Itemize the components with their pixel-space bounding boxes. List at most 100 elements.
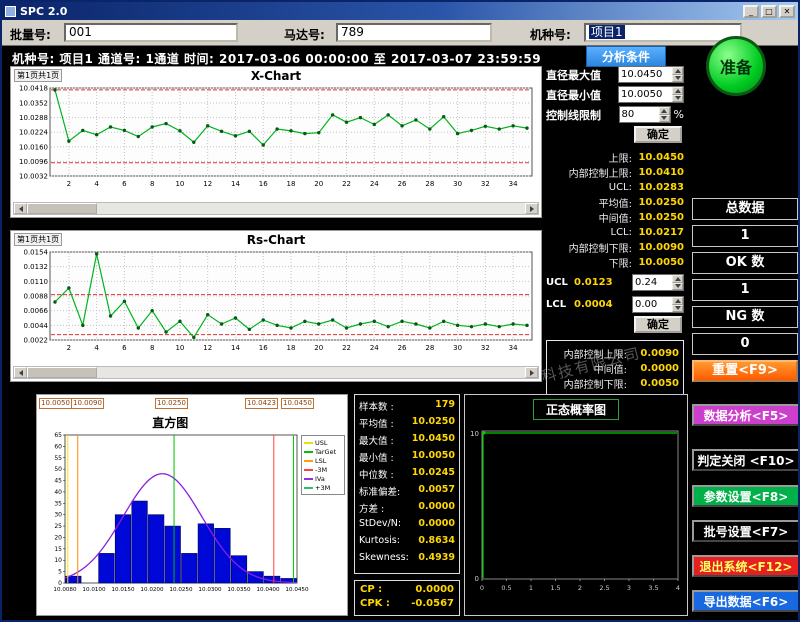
- machine-input[interactable]: 项目1: [584, 23, 742, 42]
- diameter-min-input[interactable]: 10.0050: [618, 86, 684, 103]
- svg-text:10.0400: 10.0400: [256, 587, 280, 593]
- batch-value: 001: [69, 25, 92, 39]
- scroll-left-icon[interactable]: [14, 367, 27, 378]
- x-chart-scrollbar[interactable]: [13, 202, 539, 215]
- svg-text:0: 0: [480, 584, 484, 592]
- stat-row: 内部控制上限:0.0090: [551, 346, 679, 360]
- spin-up-icon[interactable]: [659, 107, 670, 115]
- motor-input[interactable]: 789: [336, 23, 492, 42]
- export-data-button[interactable]: 导出数据<F6>: [692, 590, 800, 612]
- spin-down-icon[interactable]: [659, 115, 670, 123]
- stat-label: 最大值 :: [359, 433, 394, 450]
- svg-text:10: 10: [175, 344, 184, 352]
- ready-button[interactable]: 准备: [706, 36, 766, 96]
- confirm-button[interactable]: 确定: [634, 126, 682, 143]
- svg-text:10.0288: 10.0288: [19, 114, 48, 122]
- data-analysis-button[interactable]: 数据分析<F5>: [692, 404, 800, 426]
- total-data-value: 1: [692, 225, 798, 247]
- spin-up-icon[interactable]: [672, 87, 683, 95]
- svg-text:45: 45: [54, 478, 62, 485]
- param-settings-button[interactable]: 参数设置<F8>: [692, 485, 800, 507]
- close-button[interactable]: ✕: [779, 5, 795, 18]
- spin-up-icon[interactable]: [672, 275, 683, 283]
- batch-settings-button[interactable]: 批号设置<F7>: [692, 520, 800, 542]
- rs-chart-panel: 第1页共1页 Rs-Chart 0.01540.01320.01100.0088…: [10, 230, 542, 382]
- window-title: SPC 2.0: [20, 5, 741, 18]
- field-bar: 批量号: 001 马达号: 789 机种号: 项目1: [2, 20, 798, 46]
- legend-label: LSL: [315, 457, 326, 465]
- stat-value: 10.0450: [632, 152, 684, 163]
- svg-text:22: 22: [342, 344, 351, 352]
- svg-text:6: 6: [122, 180, 127, 188]
- spin-down-icon[interactable]: [672, 95, 683, 103]
- stat-row: 样本数 :179: [359, 399, 455, 416]
- batch-label: 批量号:: [10, 26, 51, 43]
- svg-text:1.5: 1.5: [550, 584, 560, 592]
- x-chart-page-tab[interactable]: 第1页共1页: [14, 69, 62, 82]
- spin-down-icon[interactable]: [672, 283, 683, 291]
- svg-text:0.5: 0.5: [501, 584, 511, 592]
- stat-label: 内部控制下限:: [546, 240, 632, 255]
- spinner-arrows: [672, 297, 683, 312]
- stat-row: 平均值 :10.0250: [359, 416, 455, 433]
- analysis-condition-button[interactable]: 分析条件: [586, 46, 666, 67]
- stat-value: 10.0050: [632, 257, 684, 268]
- spin-down-icon[interactable]: [672, 305, 683, 313]
- ng-count-value: 0: [692, 333, 798, 355]
- scroll-right-icon[interactable]: [525, 203, 538, 214]
- confirm-button-2[interactable]: 确定: [634, 316, 682, 333]
- spinner-arrows: [672, 87, 683, 102]
- judge-close-button[interactable]: 判定关闭 <F10>: [692, 449, 800, 471]
- stat-label: 下限:: [546, 255, 632, 270]
- svg-text:10.0096: 10.0096: [19, 158, 48, 166]
- stat-label: Kurtosis:: [359, 535, 400, 552]
- rs-chart-scrollbar[interactable]: [13, 366, 539, 379]
- stat-value: 0.8634: [418, 535, 455, 552]
- statistics-panel: 样本数 :179平均值 :10.0250最大值 :10.0450最小值 :10.…: [354, 394, 460, 574]
- spinner-arrows: [672, 275, 683, 290]
- svg-text:4: 4: [676, 584, 680, 592]
- svg-text:30: 30: [453, 180, 462, 188]
- spin-down-icon[interactable]: [672, 75, 683, 83]
- histogram-svg: 0510152025303540455055606510.008010.0100…: [37, 431, 345, 601]
- ok-count-label: OK 数: [692, 252, 798, 274]
- stat-label: 标准偏差:: [359, 484, 400, 501]
- stat-value: 10.0250: [632, 197, 684, 208]
- lcl-spin-input[interactable]: 0.00: [632, 296, 684, 313]
- rs-chart-svg: 0.01540.01320.01100.00880.00660.00440.00…: [12, 248, 540, 354]
- stat-value: 10.0410: [632, 167, 684, 178]
- exit-system-button[interactable]: 退出系统<F12>: [692, 555, 800, 577]
- scrollbar-track[interactable]: [97, 203, 525, 214]
- svg-text:4: 4: [94, 344, 99, 352]
- legend-swatch: [304, 451, 313, 453]
- svg-text:35: 35: [54, 500, 62, 507]
- stat-row: 最大值 :10.0450: [359, 433, 455, 450]
- spin-up-icon[interactable]: [672, 297, 683, 305]
- scrollbar-thumb[interactable]: [27, 203, 97, 214]
- histogram-markers: 10.005010.009010.025010.042310.0450: [37, 398, 347, 412]
- svg-text:0: 0: [475, 575, 479, 583]
- spin-up-icon[interactable]: [672, 67, 683, 75]
- svg-text:16: 16: [259, 180, 268, 188]
- svg-text:20: 20: [314, 344, 323, 352]
- diameter-max-input[interactable]: 10.0450: [618, 66, 684, 83]
- svg-text:2.5: 2.5: [599, 584, 609, 592]
- minimize-button[interactable]: _: [743, 5, 759, 18]
- ng-count-label: NG 数: [692, 306, 798, 328]
- scroll-left-icon[interactable]: [14, 203, 27, 214]
- reset-button[interactable]: 重置<F9>: [692, 360, 798, 382]
- control-limit-input[interactable]: 80: [619, 106, 671, 123]
- maximize-button[interactable]: □: [761, 5, 777, 18]
- svg-text:5: 5: [58, 569, 62, 576]
- scrollbar-thumb[interactable]: [27, 367, 97, 378]
- scroll-right-icon[interactable]: [525, 367, 538, 378]
- rs-chart-page-tab[interactable]: 第1页共1页: [14, 233, 62, 246]
- legend-item: -3M: [304, 465, 342, 474]
- stat-label: 样本数 :: [359, 399, 394, 416]
- batch-input[interactable]: 001: [64, 23, 238, 42]
- scrollbar-track[interactable]: [97, 367, 525, 378]
- stat-row: 中间值:0.0000: [551, 361, 679, 375]
- svg-text:2: 2: [67, 180, 71, 188]
- ucl-spin-input[interactable]: 0.24: [632, 274, 684, 291]
- normal-probability-title: 正态概率图: [533, 399, 619, 420]
